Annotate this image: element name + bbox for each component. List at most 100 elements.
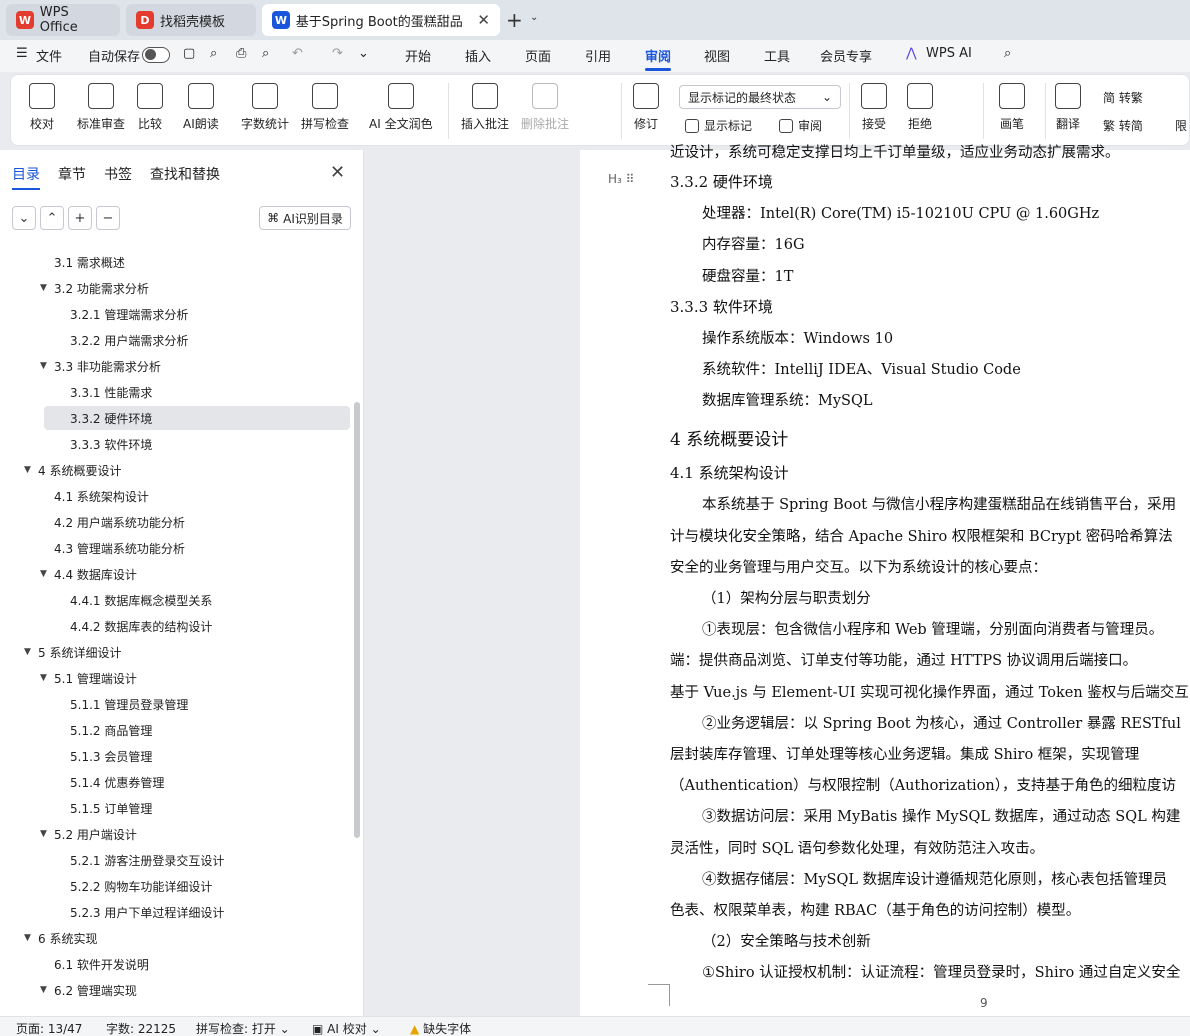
word-count-button[interactable]: 字数统计 — [241, 83, 289, 132]
missing-font-status[interactable]: ▲ 缺失字体 — [410, 1020, 471, 1036]
accept-button[interactable]: 接受 — [861, 83, 887, 132]
standard-review-button[interactable]: 标准审查 — [77, 83, 125, 132]
file-menu[interactable]: 文件 — [36, 46, 62, 65]
toc-item[interactable]: 5.2.3 用户下单过程详细设计 — [0, 900, 350, 924]
markup-mode-select[interactable]: 显示标记的最终状态 ⌄ — [679, 85, 841, 109]
collapse-icon[interactable]: ⌄ — [12, 206, 36, 230]
undo-icon[interactable]: ↶ — [292, 46, 303, 61]
toc-item[interactable]: 3.3.1 性能需求 — [0, 380, 350, 404]
toc-item[interactable]: 5.1.2 商品管理 — [0, 718, 350, 742]
expand-caret-icon[interactable]: ▼ — [24, 933, 31, 943]
toc-item[interactable]: 4.2 用户端系统功能分析 — [0, 510, 350, 534]
review-pane-button[interactable]: 审阅 — [779, 117, 822, 134]
expand-caret-icon[interactable]: ▼ — [24, 465, 31, 475]
word-count-indicator[interactable]: 字数: 22125 — [106, 1020, 176, 1036]
toc-item[interactable]: 3.1 需求概述 — [0, 250, 350, 274]
toc-item[interactable]: 3.3.2 硬件环境 — [44, 406, 350, 430]
spell-check-status[interactable]: 拼写检查: 打开 ⌄ — [196, 1020, 290, 1036]
tab-document[interactable]: W 基于Spring Boot的蛋糕甜品 ✕ — [262, 4, 500, 36]
expand-icon[interactable]: ⌃ — [40, 206, 64, 230]
expand-caret-icon[interactable]: ▼ — [40, 829, 47, 839]
expand-caret-icon[interactable]: ▼ — [24, 647, 31, 657]
tab-toc[interactable]: 目录 — [12, 164, 40, 190]
save-icon[interactable]: ▢ — [183, 46, 195, 61]
toc-item[interactable]: 4.4.1 数据库概念模型关系 — [0, 588, 350, 612]
toc-item[interactable]: ▼ 4.4 数据库设计 — [0, 562, 350, 586]
toc-item[interactable]: ▼ 5 系统详细设计 — [0, 640, 350, 664]
expand-caret-icon[interactable]: ▼ — [40, 985, 47, 995]
track-changes-button[interactable]: 修订 — [633, 83, 659, 132]
to-simplified-button[interactable]: 繁 转简 — [1103, 117, 1143, 134]
ai-read-button[interactable]: AI朗读 — [183, 83, 219, 132]
menu-member[interactable]: 会员专享 — [820, 46, 872, 65]
toc-item[interactable]: ▼ 4 系统概要设计 — [0, 458, 350, 482]
tab-docer-templates[interactable]: D 找稻壳模板 — [126, 4, 256, 36]
tab-sections[interactable]: 章节 — [58, 164, 86, 184]
expand-caret-icon[interactable]: ▼ — [40, 283, 47, 293]
menu-insert[interactable]: 插入 — [465, 46, 491, 65]
remove-heading-icon[interactable]: − — [96, 206, 120, 230]
toc-item[interactable]: ▼ 5.2 用户端设计 — [0, 822, 350, 846]
hamburger-icon[interactable]: ☰ — [16, 46, 28, 61]
cloud-icon[interactable]: ⌕ — [210, 46, 217, 61]
tab-find-replace[interactable]: 查找和替换 — [150, 164, 220, 184]
insert-comment-button[interactable]: 插入批注 — [461, 83, 509, 132]
translate-button[interactable]: 翻译 — [1055, 83, 1081, 132]
autosave-toggle[interactable] — [142, 47, 170, 63]
close-icon[interactable]: ✕ — [330, 162, 345, 183]
toc-item[interactable]: 3.3.3 软件环境 — [0, 432, 350, 456]
tab-bookmarks[interactable]: 书签 — [104, 164, 132, 184]
tab-wps-office[interactable]: W WPS Office — [6, 4, 120, 36]
toc-item[interactable]: 5.1.3 会员管理 — [0, 744, 350, 768]
menu-view[interactable]: 视图 — [704, 46, 730, 65]
compare-button[interactable]: 比较 — [137, 83, 163, 132]
ai-toc-button[interactable]: ⌘ AI识别目录 — [259, 206, 351, 230]
menu-page[interactable]: 页面 — [525, 46, 551, 65]
search-icon[interactable]: ⌕ — [1004, 46, 1011, 61]
menu-tools[interactable]: 工具 — [764, 46, 790, 65]
chevron-down-icon[interactable]: ⌄ — [358, 46, 369, 61]
page-indicator[interactable]: 页面: 13/47 — [16, 1020, 82, 1036]
toc-item[interactable]: 5.2.1 游客注册登录交互设计 — [0, 848, 350, 872]
expand-caret-icon[interactable]: ▼ — [40, 361, 47, 371]
menu-home[interactable]: 开始 — [405, 46, 431, 65]
toc-item[interactable]: ▼ 3.2 功能需求分析 — [0, 276, 350, 300]
toc-item[interactable]: 5.2.2 购物车功能详细设计 — [0, 874, 350, 898]
heading-marker-icon[interactable]: H₃ ⠿ — [608, 172, 634, 186]
toc-item[interactable]: 5.1.4 优惠券管理 — [0, 770, 350, 794]
print-icon[interactable]: ⎙ — [236, 46, 246, 61]
toc-item[interactable]: 3.2.1 管理端需求分析 — [0, 302, 350, 326]
reject-button[interactable]: 拒绝 — [907, 83, 933, 132]
new-tab-icon[interactable]: + — [506, 8, 523, 32]
toc-item[interactable]: ▼ 6 系统实现 — [0, 926, 350, 950]
expand-caret-icon[interactable]: ▼ — [40, 569, 47, 579]
toc-item[interactable]: 6.1 软件开发说明 — [0, 952, 350, 976]
to-traditional-button[interactable]: 简 转繁 — [1103, 89, 1143, 106]
pen-button[interactable]: 画笔 — [999, 83, 1025, 132]
toc-item[interactable]: ▼ 5.1 管理端设计 — [0, 666, 350, 690]
ai-polish-button[interactable]: AI 全文润色 — [369, 83, 433, 132]
toc-item[interactable]: 4.1 系统架构设计 — [0, 484, 350, 508]
add-heading-icon[interactable]: + — [68, 206, 92, 230]
restrict-editing-button[interactable]: 限 — [1175, 117, 1187, 134]
ai-proof-status[interactable]: ▣ AI 校对 ⌄ — [312, 1020, 381, 1036]
toc-item[interactable]: ▼ 6.2 管理端实现 — [0, 978, 350, 1002]
delete-comment-button[interactable]: 删除批注 — [521, 83, 569, 132]
menu-review[interactable]: 审阅 — [645, 46, 672, 71]
toc-item[interactable]: 5.1.1 管理员登录管理 — [0, 692, 350, 716]
close-tab-icon[interactable]: ✕ — [477, 11, 490, 29]
redo-icon[interactable]: ↷ — [332, 46, 343, 61]
menu-references[interactable]: 引用 — [585, 46, 611, 65]
toc-scrollbar[interactable] — [354, 402, 360, 838]
toc-item[interactable]: 4.4.2 数据库表的结构设计 — [0, 614, 350, 638]
print-preview-icon[interactable]: ⌕ — [262, 46, 269, 61]
chevron-down-icon[interactable]: ⌄ — [530, 12, 538, 23]
toc-item[interactable]: 4.3 管理端系统功能分析 — [0, 536, 350, 560]
proofread-button[interactable]: 校对 — [29, 83, 55, 132]
toc-item[interactable]: ▼ 3.3 非功能需求分析 — [0, 354, 350, 378]
menu-wps-ai[interactable]: WPS AI — [926, 46, 972, 61]
spell-check-button[interactable]: 拼写检查 — [301, 83, 349, 132]
toc-item[interactable]: 3.2.2 用户端需求分析 — [0, 328, 350, 352]
expand-caret-icon[interactable]: ▼ — [40, 673, 47, 683]
toc-item[interactable]: 5.1.5 订单管理 — [0, 796, 350, 820]
